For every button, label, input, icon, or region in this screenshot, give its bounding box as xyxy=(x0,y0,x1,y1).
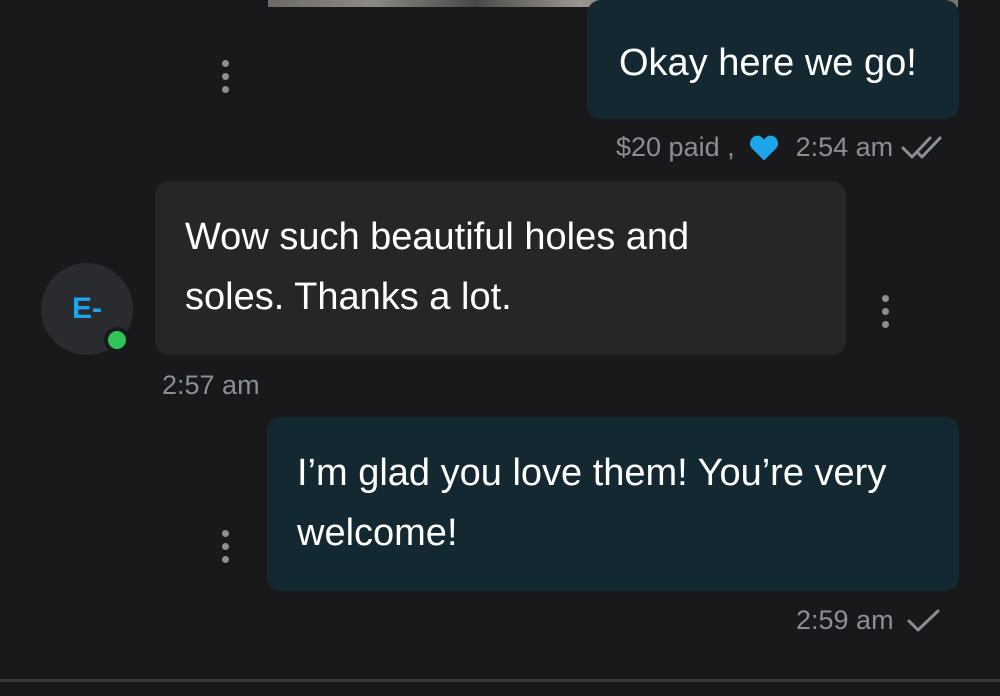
message-text-line: soles. Thanks a lot. xyxy=(185,276,512,318)
chat-thread: Okay here we go! $20 paid , 2:54 am E- W… xyxy=(0,0,1000,696)
message-text-line: Wow such beautiful holes and xyxy=(185,216,690,258)
message-options-icon[interactable] xyxy=(882,295,890,328)
message-bubble-incoming[interactable]: Wow such beautiful holes and soles. Than… xyxy=(155,181,846,355)
online-status-indicator xyxy=(104,327,130,353)
message-time: 2:57 am xyxy=(162,370,260,400)
message-text-line: welcome! xyxy=(297,512,458,554)
message-options-icon[interactable] xyxy=(222,530,230,563)
message-bubble-outgoing[interactable]: I’m glad you love them! You’re very welc… xyxy=(267,417,959,591)
composer-divider xyxy=(0,679,1000,682)
avatar-initials: E- xyxy=(72,292,102,325)
message-options-icon[interactable] xyxy=(222,60,230,93)
message-meta: 2:57 am xyxy=(162,370,260,401)
message-time: 2:59 am xyxy=(796,605,894,635)
message-text-line: I’m glad you love them! You’re very xyxy=(297,452,887,494)
message-meta: 2:59 am xyxy=(796,605,942,636)
message-meta: $20 paid , 2:54 am xyxy=(616,132,947,163)
message-time: 2:54 am xyxy=(795,132,894,162)
message-bubble-outgoing[interactable]: Okay here we go! xyxy=(587,0,959,119)
paid-label: $20 paid , xyxy=(616,132,735,162)
check-icon xyxy=(906,607,942,635)
heart-icon[interactable] xyxy=(749,134,779,162)
message-text: Okay here we go! xyxy=(619,42,917,84)
double-check-icon xyxy=(901,134,947,162)
